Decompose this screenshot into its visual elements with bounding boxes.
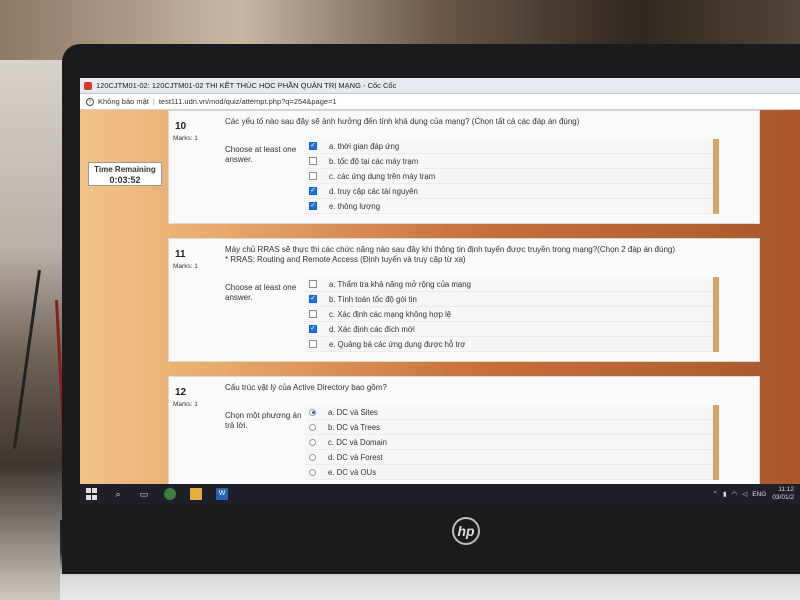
question-text: Máy chủ RRAS sẽ thực thi các chức năng n… [225, 245, 735, 265]
answer-label[interactable]: b. DC và Trees [328, 423, 380, 432]
answer-option[interactable]: ✓ a. thời gian đáp ứng [305, 139, 713, 154]
checkbox-checked[interactable]: ✓ [309, 142, 317, 150]
time-remaining-box: Time Remaining 0:03:52 [88, 162, 162, 186]
answer-option[interactable]: c. DC và Domain [305, 435, 713, 450]
file-explorer-icon[interactable] [190, 488, 202, 500]
browser-app-icon [84, 81, 92, 90]
radio-selected[interactable] [309, 408, 316, 416]
answer-prompt: Choose at least one answer. [225, 283, 297, 302]
windows-taskbar: ⌕ ▭ W ⌃ ▮ ◠ ◁ ENG 11:12 03/01/2 [80, 484, 800, 504]
answer-label[interactable]: e. thông lượng [329, 202, 380, 211]
windows-start-icon[interactable] [86, 488, 98, 500]
question-text: Các yếu tố nào sau đây sẽ ảnh hưởng đến … [225, 117, 580, 126]
answer-option[interactable]: a. Thẩm tra khả năng mở rộng của mạng [305, 277, 713, 292]
radio[interactable] [309, 423, 316, 431]
answer-option[interactable]: b. DC và Trees [305, 420, 713, 435]
url-text[interactable]: test111.udn.vn/mod/quiz/attempt.php?q=25… [159, 97, 337, 106]
checkbox[interactable] [309, 340, 317, 348]
question-text: Cấu trúc vật lý của Active Directory bao… [225, 383, 387, 392]
battery-icon[interactable]: ▮ [723, 490, 727, 498]
answer-label[interactable]: e. Quảng bá các ứng dụng được hỗ trợ [329, 340, 465, 349]
answer-label[interactable]: a. thời gian đáp ứng [329, 142, 399, 151]
question-number: 11 [175, 249, 186, 260]
answer-prompt: Chọn một phương án trả lời. [225, 411, 302, 430]
security-label[interactable]: Không bảo mật [98, 97, 149, 106]
answer-label[interactable]: a. Thẩm tra khả năng mở rộng của mạng [329, 280, 471, 289]
answer-label[interactable]: b. tốc độ tại các máy trạm [329, 157, 418, 166]
question-card-10: 10 Marks: 1 Các yếu tố nào sau đây sẽ ản… [168, 110, 760, 224]
answer-list: a. Thẩm tra khả năng mở rộng của mạng ✓ b… [305, 277, 719, 352]
time-remaining-value: 0:03:52 [109, 175, 141, 185]
info-icon[interactable]: i [86, 97, 94, 106]
checkbox[interactable] [309, 310, 317, 318]
screen: 120CJTM01-02: 120CJTM01-02 THI KẾT THÚC … [80, 78, 800, 504]
radio[interactable] [309, 453, 316, 461]
answer-option[interactable]: ✓ e. thông lượng [305, 199, 713, 214]
wifi-icon[interactable]: ◠ [732, 490, 738, 498]
checkbox[interactable] [309, 172, 317, 180]
search-icon[interactable]: ⌕ [112, 488, 124, 500]
question-note: * RRAS: Routing and Remote Access (Định … [225, 255, 466, 264]
answer-label[interactable]: c. Xác định các mạng không hợp lệ [329, 310, 451, 319]
answer-option[interactable]: ✓ b. Tính toán tốc độ gói tin [305, 292, 713, 307]
answer-label[interactable]: c. các ứng dụng trên máy trạm [329, 172, 435, 181]
question-number: 12 [175, 387, 187, 398]
window-title: 120CJTM01-02: 120CJTM01-02 THI KẾT THÚC … [96, 81, 397, 90]
answer-option[interactable]: e. DC và OUs [305, 465, 713, 480]
question-card-12: 12 Marks: 1 Cấu trúc vật lý của Active D… [168, 376, 760, 484]
checkbox-checked[interactable]: ✓ [309, 295, 317, 303]
answer-option[interactable]: c. các ứng dụng trên máy trạm [305, 169, 713, 184]
coccoc-browser-icon[interactable] [164, 488, 176, 500]
address-bar[interactable]: i Không bảo mật | test111.udn.vn/mod/qui… [80, 94, 800, 110]
question-number: 10 [175, 121, 187, 132]
question-marks: Marks: 1 [173, 263, 198, 270]
answer-option[interactable]: c. Xác định các mạng không hợp lệ [305, 307, 713, 322]
answer-option[interactable]: a. DC và Sites [305, 405, 713, 420]
language-indicator[interactable]: ENG [752, 491, 766, 498]
address-separator: | [152, 97, 155, 106]
checkbox[interactable] [309, 280, 317, 288]
answer-label[interactable]: a. DC và Sites [328, 408, 378, 417]
answer-label[interactable]: c. DC và Domain [328, 438, 387, 447]
window-title-bar: 120CJTM01-02: 120CJTM01-02 THI KẾT THÚC … [80, 78, 800, 94]
answer-label[interactable]: b. Tính toán tốc độ gói tin [329, 295, 417, 304]
answer-option[interactable]: ✓ d. Xác định các đích mới [305, 322, 713, 337]
hp-logo: hp [452, 517, 480, 545]
word-icon[interactable]: W [216, 488, 228, 500]
clock-time: 11:12 [778, 486, 794, 493]
task-view-icon[interactable]: ▭ [138, 488, 150, 500]
checkbox-checked[interactable]: ✓ [309, 187, 317, 195]
checkbox-checked[interactable]: ✓ [309, 325, 317, 333]
clock[interactable]: 11:12 03/01/2 [772, 486, 794, 502]
question-text-line: Máy chủ RRAS sẽ thực thi các chức năng n… [225, 245, 676, 254]
answer-label[interactable]: e. DC và OUs [328, 468, 376, 477]
radio[interactable] [309, 438, 316, 446]
answer-label[interactable]: d. Xác định các đích mới [329, 325, 415, 334]
answer-prompt: Choose at least one answer. [225, 145, 297, 164]
question-marks: Marks: 1 [173, 401, 198, 408]
question-card-11: 11 Marks: 1 Máy chủ RRAS sẽ thực thi các… [168, 238, 760, 362]
checkbox[interactable] [309, 157, 317, 165]
time-remaining-label: Time Remaining [94, 165, 156, 174]
answer-option[interactable]: e. Quảng bá các ứng dụng được hỗ trợ [305, 337, 713, 352]
radio[interactable] [309, 468, 316, 476]
answer-label[interactable]: d. truy cập các tài nguyên [329, 187, 418, 196]
answer-list: a. DC và Sites b. DC và Trees c. DC và D… [305, 405, 719, 480]
volume-icon[interactable]: ◁ [742, 490, 747, 498]
system-tray: ⌃ ▮ ◠ ◁ ENG 11:12 03/01/2 [713, 486, 794, 502]
answer-list: ✓ a. thời gian đáp ứng b. tốc độ tại các … [305, 139, 719, 214]
checkbox-checked[interactable]: ✓ [309, 202, 317, 210]
quiz-page: Time Remaining 0:03:52 10 Marks: 1 Các y… [80, 110, 800, 484]
answer-label[interactable]: d. DC và Forest [328, 453, 383, 462]
answer-option[interactable]: b. tốc độ tại các máy trạm [305, 154, 713, 169]
clock-date: 03/01/2 [772, 494, 794, 501]
answer-option[interactable]: ✓ d. truy cập các tài nguyên [305, 184, 713, 199]
answer-option[interactable]: d. DC và Forest [305, 450, 713, 465]
chevron-up-icon[interactable]: ⌃ [713, 490, 718, 498]
question-marks: Marks: 1 [173, 135, 198, 142]
